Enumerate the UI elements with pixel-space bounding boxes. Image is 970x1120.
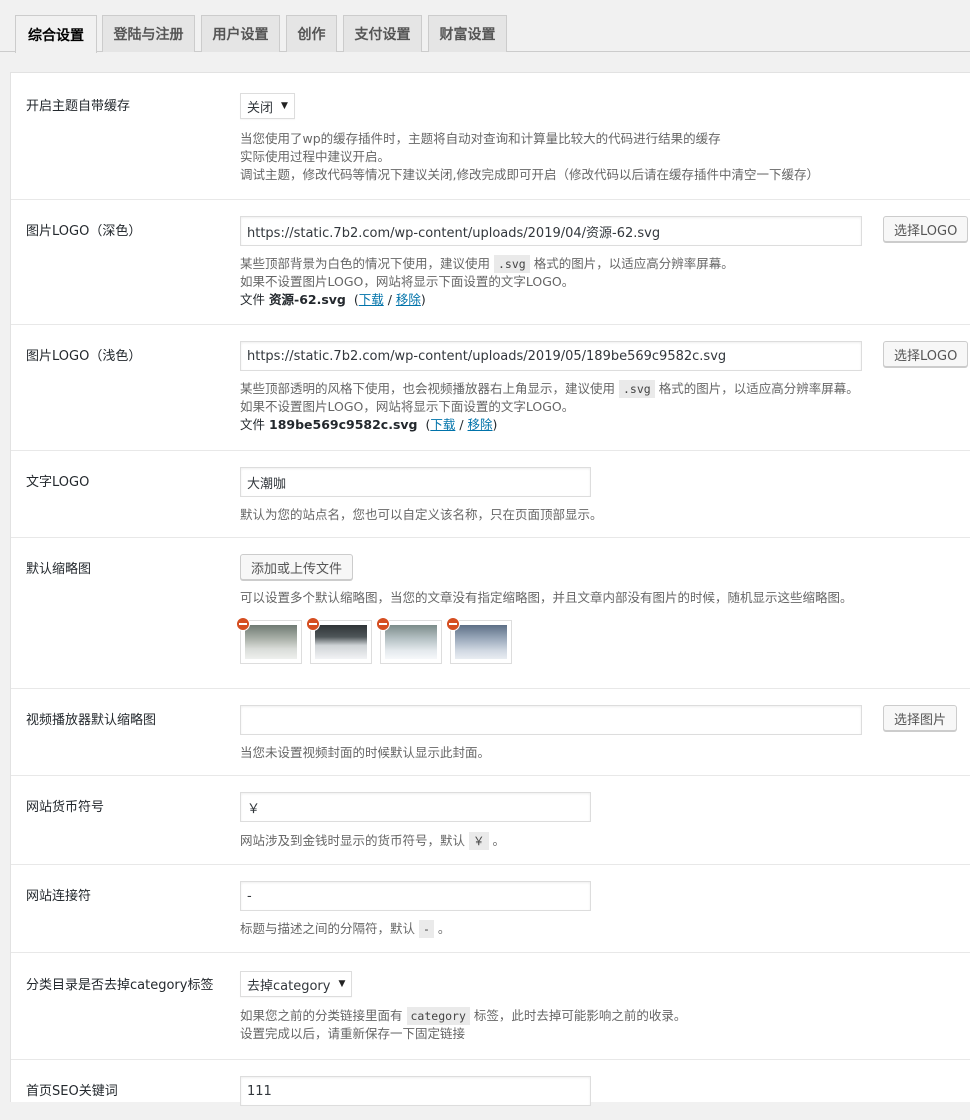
cache-select[interactable]: 关闭 ▼ [240,93,295,119]
remove-icon[interactable] [376,617,390,631]
desc-text: 标题与描述之间的分隔符，默认 [240,921,416,936]
separator-input[interactable]: - [240,881,591,911]
category-select[interactable]: 去掉category ▼ [240,971,353,997]
category-select-value: 去掉category [247,978,331,994]
setting-label: 文字LOGO [26,475,90,490]
tab-wealth[interactable]: 财富设置 [428,15,507,52]
desc-text: 如果您之前的分类链接里面有 [240,1008,403,1023]
desc-text: 标签，此时去掉可能影响之前的收录。 [473,1008,687,1023]
video-thumb-url-input[interactable] [240,705,862,735]
setting-row-seo-keywords: 首页SEO关键词 111 [11,1060,970,1120]
file-info: 文件 资源-62.svg (下载 / 移除) [240,292,426,307]
add-upload-file-button[interactable]: 添加或上传文件 [240,554,354,580]
desc-text: 格式的图片，以适应高分辨率屏幕。 [533,256,734,271]
remove-icon[interactable] [236,617,250,631]
setting-label: 首页SEO关键词 [26,1084,118,1099]
desc-line: 当您使用了wp的缓存插件时，主题将自动对查询和计算量比较大的代码进行结果的缓存 [240,131,721,146]
setting-label: 图片LOGO（深色） [26,224,142,239]
remove-link[interactable]: 移除 [468,417,493,432]
download-link[interactable]: 下载 [430,417,455,432]
desc-line: 标题与描述之间的分隔符，默认 - 。 [240,920,450,938]
desc-line: 实际使用过程中建议开启。 [240,149,391,164]
logo-light-url-input[interactable]: https://static.7b2.com/wp-content/upload… [240,341,862,371]
remove-icon[interactable] [446,617,460,631]
setting-label: 网站连接符 [26,889,92,904]
select-logo-light-button[interactable]: 选择LOGO [883,341,969,367]
desc-line: 某些顶部背景为白色的情况下使用，建议使用 .svg 格式的图片，以适应高分辨率屏… [240,255,940,273]
setting-row-default-thumb: 默认缩略图 添加或上传文件 可以设置多个默认缩略图，当您的文章没有指定缩略图，并… [11,538,970,689]
setting-row-logo-dark: 图片LOGO（深色） https://static.7b2.com/wp-con… [11,200,970,325]
thumbnail-item[interactable] [306,617,372,664]
cache-description: 当您使用了wp的缓存插件时，主题将自动对查询和计算量比较大的代码进行结果的缓存 … [240,130,819,184]
desc-text: 某些顶部透明的风格下使用，也会视频播放器右上角显示，建议使用 [240,381,616,396]
text-logo-input[interactable]: 大潮咖 [240,467,591,497]
setting-label: 开启主题自带缓存 [26,99,131,114]
desc-line: 如果您之前的分类链接里面有 category 标签，此时去掉可能影响之前的收录。 [240,1007,960,1025]
thumbnail-item[interactable] [236,617,302,664]
desc-line: 如果不设置图片LOGO，网站将显示下面设置的文字LOGO。 [240,399,575,414]
setting-label: 图片LOGO（浅色） [26,349,142,364]
settings-panel: 开启主题自带缓存 关闭 ▼ 当您使用了wp的缓存插件时，主题将自动对查询和计算量… [10,72,970,1106]
code-snippet: .svg [619,380,655,398]
snow-trees-thumbnail [385,625,437,659]
code-snippet: - [419,920,434,938]
setting-label: 视频播放器默认缩略图 [26,713,157,728]
desc-line: 调试主题，修改代码等情况下建议关闭,修改完成即可开启（修改代码以后请在缓存插件中… [240,167,819,182]
file-name: 189be569c9582c.svg [269,417,418,432]
file-info: 文件 189be569c9582c.svg (下载 / 移除) [240,417,498,432]
snow-path-thumbnail [245,625,297,659]
seo-keywords-input[interactable]: 111 [240,1076,591,1106]
setting-row-logo-light: 图片LOGO（浅色） https://static.7b2.com/wp-con… [11,325,970,451]
desc-line: 可以设置多个默认缩略图，当您的文章没有指定缩略图，并且文章内部没有图片的时候，随… [240,590,853,605]
desc-line: 默认为您的站点名，您也可以自定义该名称，只在页面顶部显示。 [240,507,603,522]
desc-line: 设置完成以后，请重新保存一下固定链接 [240,1026,466,1041]
desc-line: 当您未设置视频封面的时候默认显示此封面。 [240,745,491,760]
select-logo-dark-button[interactable]: 选择LOGO [883,216,969,242]
desc-text: 。 [492,833,505,848]
remove-icon[interactable] [306,617,320,631]
file-prefix: 文件 [240,417,266,432]
desc-line: 网站涉及到金钱时显示的货币符号，默认 ￥ 。 [240,832,505,850]
cache-select-value: 关闭 [247,100,274,116]
tab-payment[interactable]: 支付设置 [343,15,422,52]
remove-link[interactable]: 移除 [396,292,421,307]
desc-line: 某些顶部透明的风格下使用，也会视频播放器右上角显示，建议使用 .svg 格式的图… [240,380,960,398]
desc-text: 。 [437,921,451,936]
select-image-button[interactable]: 选择图片 [883,705,958,731]
code-snippet: category [406,1007,470,1025]
desc-text: 网站涉及到金钱时显示的货币符号，默认 [240,833,466,848]
download-link[interactable]: 下载 [359,292,384,307]
tab-create[interactable]: 创作 [286,15,337,52]
thumbnail-list [236,617,540,666]
desc-text: 某些顶部背景为白色的情况下使用，建议使用 [240,256,491,271]
setting-label: 分类目录是否去掉category标签 [26,978,214,993]
setting-row-video-thumb: 视频播放器默认缩略图 选择图片 当您未设置视频封面的时候默认显示此封面。 [11,689,970,776]
setting-row-currency: 网站货币符号 ￥ 网站涉及到金钱时显示的货币符号，默认 ￥ 。 [11,776,970,865]
tab-login-register[interactable]: 登陆与注册 [102,15,195,52]
snow-road-thumbnail [315,625,367,659]
snow-forest-thumbnail [455,625,507,659]
setting-label: 默认缩略图 [26,562,92,577]
setting-row-separator: 网站连接符 - 标题与描述之间的分隔符，默认 - 。 [11,865,970,953]
tab-general[interactable]: 综合设置 [15,15,97,53]
chevron-down-icon: ▼ [338,979,346,989]
chevron-down-icon: ▼ [281,101,288,111]
file-name: 资源-62.svg [269,292,346,307]
desc-text: 格式的图片，以适应高分辨率屏幕。 [658,381,859,396]
setting-row-category: 分类目录是否去掉category标签 去掉category ▼ 如果您之前的分类… [11,953,970,1060]
code-snippet: ￥ [469,832,489,850]
currency-symbol-input[interactable]: ￥ [240,792,591,822]
desc-line: 如果不设置图片LOGO，网站将显示下面设置的文字LOGO。 [240,274,575,289]
settings-tabs: 综合设置 登陆与注册 用户设置 创作 支付设置 财富设置 [0,0,970,53]
code-snippet: .svg [494,255,530,273]
tab-user-settings[interactable]: 用户设置 [201,15,280,52]
setting-row-cache: 开启主题自带缓存 关闭 ▼ 当您使用了wp的缓存插件时，主题将自动对查询和计算量… [11,73,970,200]
setting-row-text-logo: 文字LOGO 大潮咖 默认为您的站点名，您也可以自定义该名称，只在页面顶部显示。 [11,451,970,538]
logo-dark-url-input[interactable]: https://static.7b2.com/wp-content/upload… [240,216,862,246]
setting-label: 网站货币符号 [26,800,105,815]
thumbnail-item[interactable] [376,617,442,664]
file-prefix: 文件 [240,292,266,307]
thumbnail-item[interactable] [446,617,512,664]
